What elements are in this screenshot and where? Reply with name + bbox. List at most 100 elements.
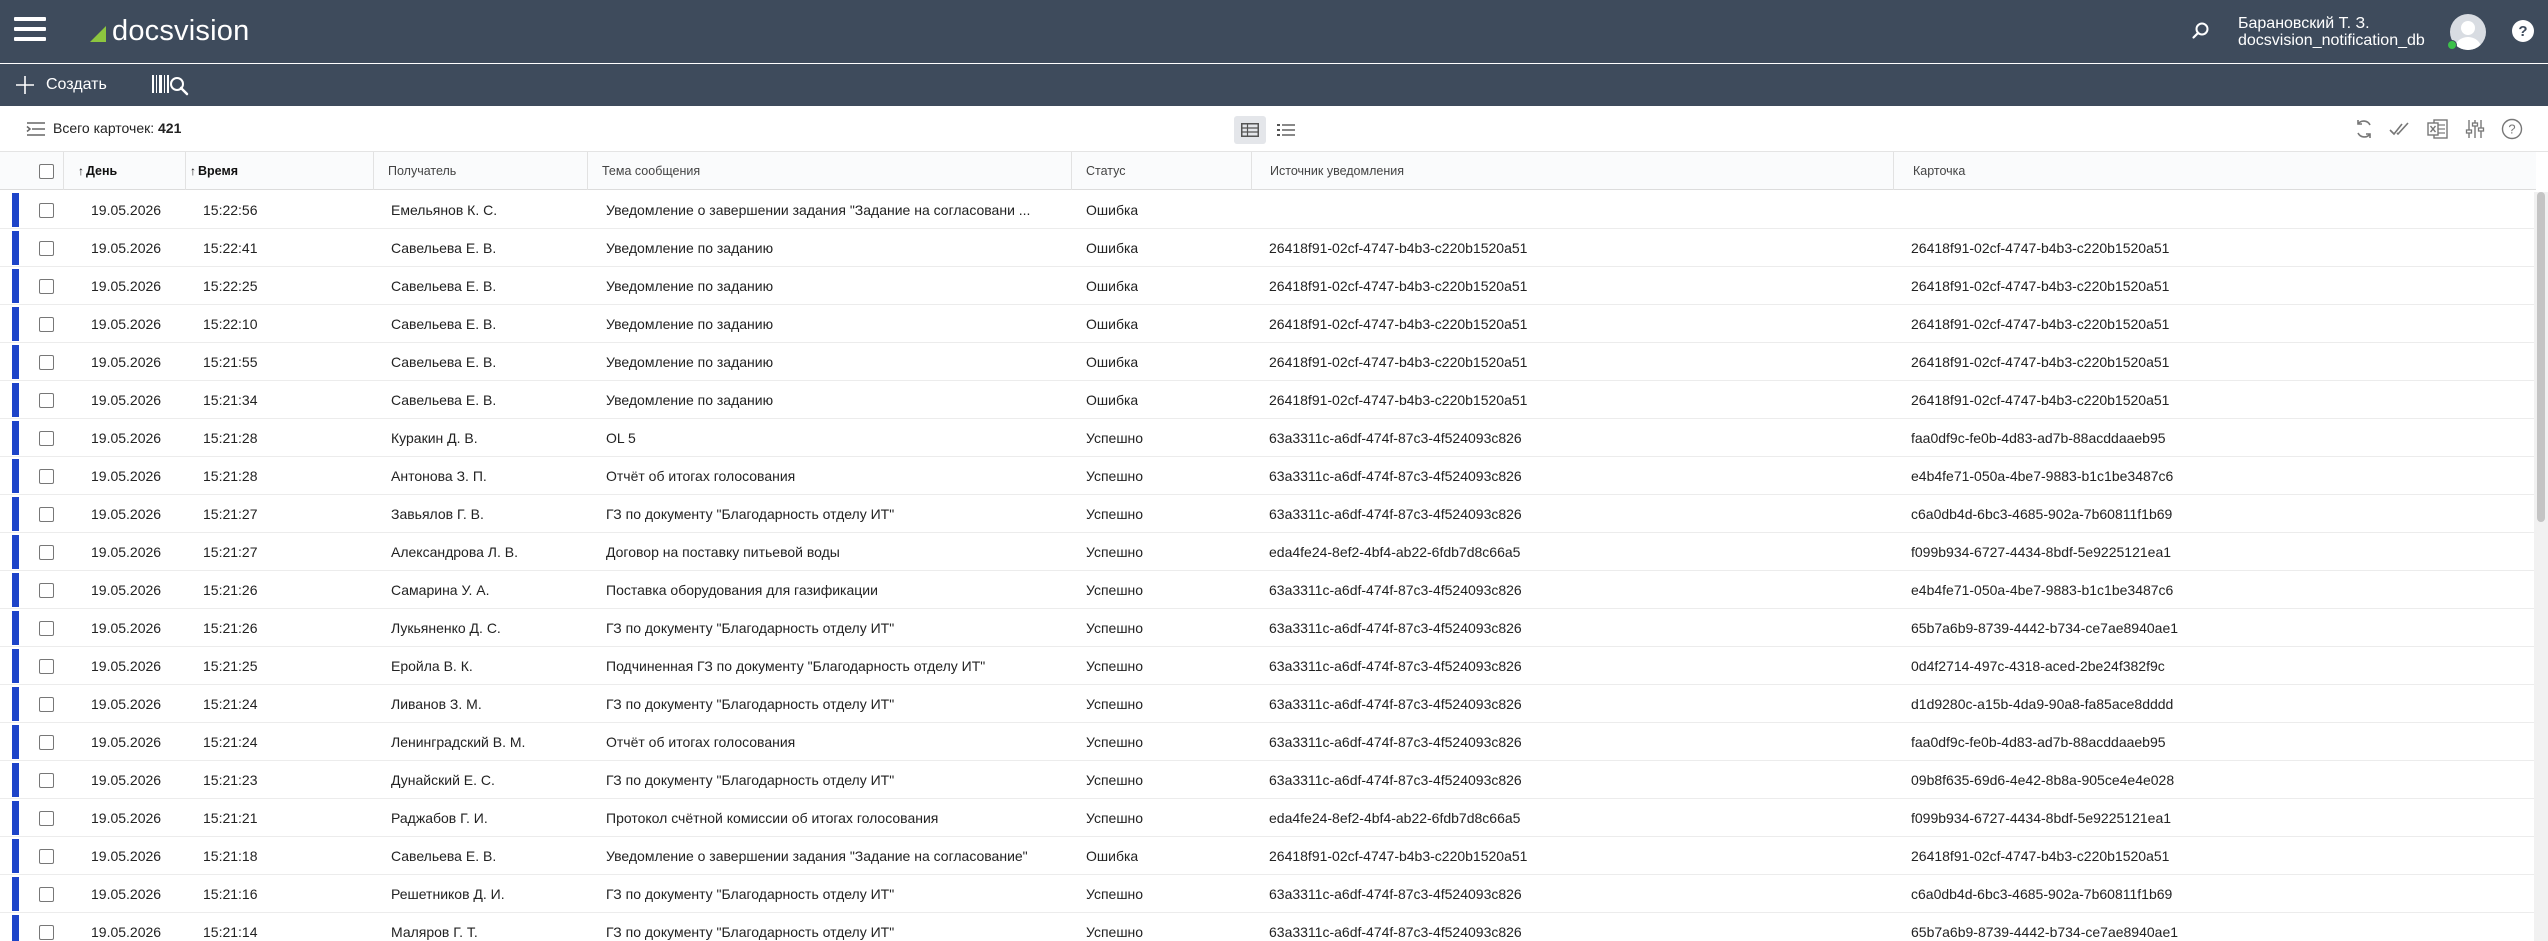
cell-recipient: Маляров Г. Т. [391,924,478,940]
cell-time: 15:21:34 [203,392,258,408]
column-header-status[interactable]: Статус [1072,152,1252,190]
table-view-button[interactable] [1234,116,1266,144]
row-checkbox[interactable] [39,240,54,256]
table-row[interactable]: 19.05.2026 15:21:23 Дунайский Е. С. ГЗ по д… [0,761,2536,799]
row-checkbox[interactable] [39,316,54,332]
cell-time: 15:21:26 [203,620,258,636]
row-checkbox[interactable] [39,886,54,902]
column-header-recipient[interactable]: Получатель [374,152,588,190]
list-subheader: Всего карточек: 421 ? [0,106,2548,152]
refresh-icon[interactable] [2353,118,2375,140]
table-row[interactable]: 19.05.2026 15:21:18 Савельева Е. В. Уведомл… [0,837,2536,875]
table-row[interactable]: 19.05.2026 15:21:55 Савельева Е. В. Уведомл… [0,343,2536,381]
row-checkbox[interactable] [39,468,54,484]
cell-time: 15:21:55 [203,354,258,370]
table-row[interactable]: 19.05.2026 15:22:41 Савельева Е. В. Уведомл… [0,229,2536,267]
list-view-button[interactable] [1270,116,1302,144]
row-checkbox[interactable] [39,848,54,864]
row-checkbox[interactable] [39,810,54,826]
hamburger-icon[interactable] [14,17,46,43]
cell-status: Ошибка [1086,354,1139,370]
logo[interactable]: docsvision [90,14,249,48]
row-checkbox[interactable] [39,658,54,674]
row-checkbox[interactable] [39,582,54,598]
table-row[interactable]: 19.05.2026 15:21:28 Куракин Д. В. OL 5 Успеш… [0,419,2536,457]
cell-recipient: Еройла В. К. [391,658,473,674]
svg-text:?: ? [2518,23,2527,40]
scrollbar-thumb[interactable] [2537,192,2545,522]
table-row[interactable]: 19.05.2026 15:22:10 Савельева Е. В. Уведомл… [0,305,2536,343]
help-icon[interactable]: ? [2511,19,2535,43]
column-header-source[interactable]: Источник уведомления [1252,152,1894,190]
table-row[interactable]: 19.05.2026 15:22:25 Савельева Е. В. Уведомл… [0,267,2536,305]
cell-recipient: Завьялов Г. В. [391,506,484,522]
column-header-card[interactable]: Карточка [1894,152,2536,190]
row-checkbox[interactable] [39,734,54,750]
table-row[interactable]: 19.05.2026 15:21:14 Маляров Г. Т. ГЗ по док… [0,913,2536,941]
cell-recipient: Дунайский Е. С. [391,772,495,788]
online-status-dot [2447,40,2457,50]
table-row[interactable]: 19.05.2026 15:21:28 Антонова З. П. Отчёт об… [0,457,2536,495]
table-row[interactable]: 19.05.2026 15:21:24 Ливанов З. М. ГЗ по док… [0,685,2536,723]
cell-recipient: Емельянов К. С. [391,202,498,218]
cell-status: Ошибка [1086,278,1139,294]
table-row[interactable]: 19.05.2026 15:21:27 Александрова Л. В. Дого… [0,533,2536,571]
cell-subject: OL 5 [606,430,636,446]
row-checkbox[interactable] [39,506,54,522]
row-checkbox[interactable] [39,772,54,788]
table-row[interactable]: 19.05.2026 15:21:25 Еройла В. К. Подчиненна… [0,647,2536,685]
row-checkbox-cell [39,799,54,837]
column-header-status-label: Статус [1086,164,1126,178]
user-info[interactable]: Барановский Т. З. docsvision_notificatio… [2238,15,2425,49]
cell-card: 26418f91-02cf-4747-b4b3-c220b1520a51 [1911,848,2170,864]
table-row[interactable]: 19.05.2026 15:21:34 Савельева Е. В. Уведомл… [0,381,2536,419]
cell-source: eda4fe24-8ef2-4bf4-ab22-6fdb7d8c66a5 [1269,544,1521,560]
create-button[interactable]: Создать [14,71,107,99]
row-checkbox[interactable] [39,544,54,560]
cell-card: 09b8f635-69d6-4e42-8b8a-905ce4e4e028 [1911,772,2175,788]
row-checkbox-cell [39,381,54,419]
cell-status: Успешно [1086,506,1144,522]
cell-subject: Договор на поставку питьевой воды [606,544,840,560]
table-row[interactable]: 19.05.2026 15:21:21 Раджабов Г. И. Протокол… [0,799,2536,837]
sort-asc-icon: ↑ [190,164,196,178]
help-icon[interactable]: ? [2501,118,2523,140]
column-header-subject[interactable]: Тема сообщения [588,152,1072,190]
row-marker [12,915,19,941]
column-header-day[interactable]: ↑ День [64,152,186,190]
row-marker [12,839,19,873]
cell-status: Успешно [1086,734,1144,750]
cell-source: eda4fe24-8ef2-4bf4-ab22-6fdb7d8c66a5 [1269,810,1521,826]
table-header: ↑ День ↑ Время Получатель Тема сообщения… [0,152,2536,190]
row-marker [12,649,19,683]
row-checkbox[interactable] [39,278,54,294]
cell-card: c6a0db4d-6bc3-4685-902a-7b60811f1b69 [1911,886,2173,902]
column-settings-icon[interactable] [2464,118,2486,140]
table-row[interactable]: 19.05.2026 15:21:26 Лукьяненко Д. С. ГЗ по … [0,609,2536,647]
row-checkbox[interactable] [39,202,54,218]
table-row[interactable]: 19.05.2026 15:21:24 Ленинградский В. М. Отч… [0,723,2536,761]
row-checkbox[interactable] [39,696,54,712]
search-icon[interactable] [2190,20,2212,42]
excel-export-icon[interactable] [2427,118,2449,140]
cell-time: 15:21:21 [203,810,258,826]
row-checkbox[interactable] [39,430,54,446]
table-row[interactable]: 19.05.2026 15:22:56 Емельянов К. С. Уведомл… [0,191,2536,229]
row-checkbox[interactable] [39,620,54,636]
row-checkbox[interactable] [39,924,54,940]
select-all-checkbox[interactable] [39,163,54,179]
table-row[interactable]: 19.05.2026 15:21:26 Самарина У. А. Поставка… [0,571,2536,609]
total-cards-value: 421 [158,120,182,136]
barcode-search-icon[interactable] [150,72,192,98]
vertical-scrollbar[interactable] [2534,192,2548,941]
row-checkbox[interactable] [39,354,54,370]
collapse-icon[interactable] [26,120,46,138]
cell-card: d1d9280c-a15b-4da9-90a8-fa85ace8dddd [1911,696,2174,712]
table-row[interactable]: 19.05.2026 15:21:16 Решетников Д. И. ГЗ по … [0,875,2536,913]
double-check-icon[interactable] [2389,118,2411,140]
cell-card: faa0df9c-fe0b-4d83-ad7b-88acddaaeb95 [1911,734,2166,750]
column-header-time[interactable]: ↑ Время [186,152,374,190]
row-marker [12,193,19,227]
table-row[interactable]: 19.05.2026 15:21:27 Завьялов Г. В. ГЗ по до… [0,495,2536,533]
row-checkbox[interactable] [39,392,54,408]
